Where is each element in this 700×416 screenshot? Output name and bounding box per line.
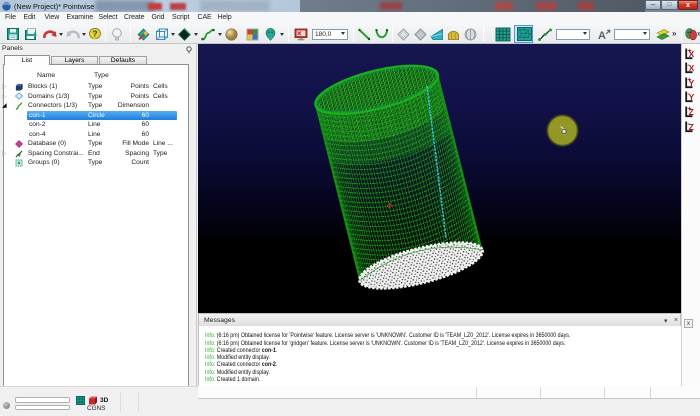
svg-text:+: + (687, 106, 691, 113)
svg-text:+: + (687, 77, 691, 84)
svg-text:A: A (598, 30, 606, 41)
svg-text:+: + (687, 48, 691, 55)
